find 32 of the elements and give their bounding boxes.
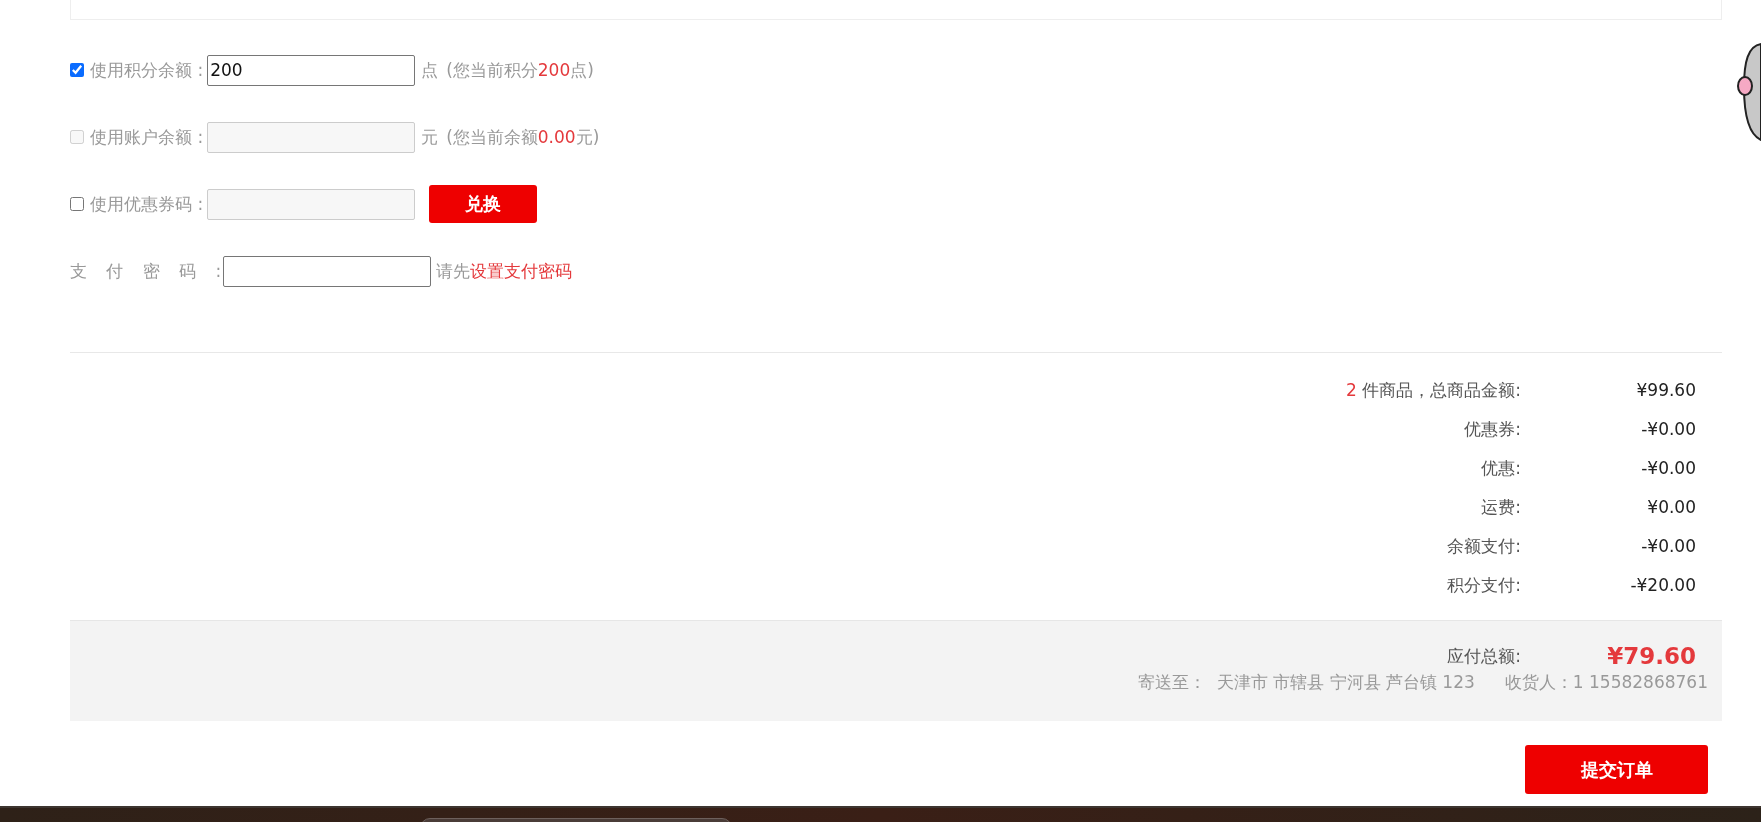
input-field[interactable]: 200 [207,54,416,86]
field-label: 使用优惠券码 : [90,192,204,216]
summary-label: 运费: [1480,496,1521,519]
balance-note: (您当前余额0.00元) [446,125,600,149]
field-label: 使用账户余额 : [90,125,204,149]
unit-label: 点 [421,58,439,82]
summary-value: ¥99.60 [1635,379,1696,402]
balance-note: (您当前积分200点) [446,58,594,82]
field-label: 支 付 密 码 : [70,259,222,283]
input-field[interactable] [223,255,432,287]
checkbox[interactable] [70,197,84,211]
summary-value: -¥0.00 [1640,535,1696,558]
set-password-link[interactable]: 设置支付密码 [470,259,573,283]
submit-order-button[interactable]: 提交订单 [1525,745,1708,794]
summary-value: -¥20.00 [1629,574,1696,597]
summary-label: 2 件商品，总商品金额: [1345,379,1521,402]
hint-text: 请先 [436,259,471,283]
summary-value: ¥0.00 [1646,496,1696,519]
summary-value: -¥0.00 [1640,418,1696,441]
total-label: 应付总额: [1446,644,1521,668]
total-amount: ¥79.60 [1606,643,1696,669]
summary-label: 积分支付: [1446,574,1521,597]
summary-value: -¥0.00 [1640,457,1696,480]
shipping-address: 寄送至： 天津市 市辖县 宁河县 芦台镇 123 [1137,671,1475,694]
unit-label: 元 [421,125,439,149]
field-label: 使用积分余额 : [90,58,204,82]
redeem-button[interactable]: 兑换 [429,185,538,223]
summary-label: 余额支付: [1446,535,1521,558]
summary-label: 优惠: [1480,457,1521,480]
receiver-info: 收货人：1 15582868761 [1504,671,1708,694]
checkbox[interactable] [70,63,84,77]
summary-label: 优惠券: [1463,418,1521,441]
